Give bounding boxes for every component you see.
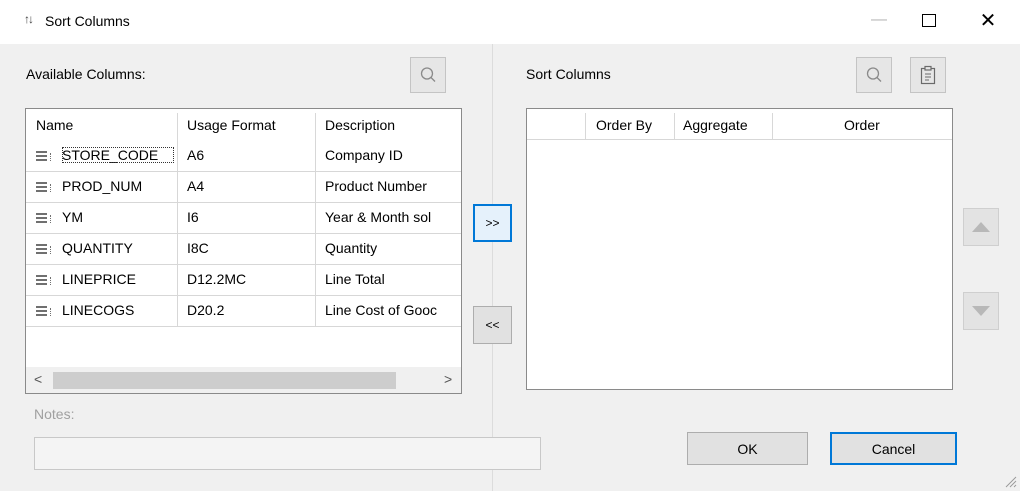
cell-format: I8C	[187, 240, 209, 256]
scrollbar-thumb[interactable]	[53, 372, 396, 389]
cancel-button[interactable]: Cancel	[830, 432, 957, 465]
sort-columns-table[interactable]: Order By Aggregate Order	[526, 108, 953, 390]
cell-description: Quantity	[325, 240, 378, 256]
triangle-down-icon	[972, 306, 990, 316]
column-separator[interactable]	[772, 113, 773, 139]
cell-description: Company ID	[325, 147, 403, 163]
column-separator[interactable]	[674, 113, 675, 139]
cell-name: QUANTITY	[62, 240, 133, 256]
cell-name: LINEPRICE	[62, 271, 136, 287]
cell-description: Line Total	[325, 271, 385, 287]
minimize-button[interactable]: —	[857, 0, 901, 40]
cell-description: Year & Month sol	[325, 209, 432, 225]
search-icon	[420, 67, 436, 82]
move-up-button[interactable]	[963, 208, 999, 246]
table-header: Order By Aggregate Order	[527, 109, 952, 140]
sort-arrows-icon: ↑↓	[24, 12, 34, 26]
available-columns-table[interactable]: Name Usage Format Description STORE_CODE…	[25, 108, 462, 394]
cell-format: D20.2	[187, 302, 225, 318]
horizontal-scrollbar[interactable]: < >	[26, 367, 461, 393]
scroll-left-arrow[interactable]: <	[34, 371, 42, 387]
move-down-button[interactable]	[963, 292, 999, 330]
window-title: Sort Columns	[45, 13, 130, 29]
table-header: Name Usage Format Description	[26, 109, 461, 141]
column-separator[interactable]	[585, 113, 586, 139]
maximize-icon	[922, 13, 936, 27]
table-row[interactable]: PROD_NUM A4 Product Number	[26, 172, 461, 203]
title-bar: ↑↓ Sort Columns — ✕	[0, 0, 1020, 44]
cell-format: D12.2MC	[187, 271, 247, 287]
column-separator[interactable]	[177, 113, 178, 141]
cell-format: I6	[187, 209, 199, 225]
cell-format: A6	[187, 147, 205, 163]
search-available-button[interactable]	[410, 57, 446, 93]
search-sort-button[interactable]	[856, 57, 892, 93]
header-aggregate[interactable]: Aggregate	[683, 117, 748, 133]
paste-button[interactable]	[910, 57, 946, 93]
clipboard-icon	[920, 65, 936, 85]
table-row[interactable]: QUANTITY I8C Quantity	[26, 234, 461, 265]
field-icon	[36, 244, 52, 256]
header-order[interactable]: Order	[844, 117, 880, 133]
table-row[interactable]: LINEPRICE D12.2MC Line Total	[26, 265, 461, 296]
column-separator[interactable]	[315, 113, 316, 141]
header-order-by[interactable]: Order By	[596, 117, 652, 133]
cell-description: Line Cost of Gooc	[325, 302, 438, 318]
panel-divider	[492, 44, 493, 491]
close-button[interactable]: ✕	[966, 0, 1010, 40]
maximize-button[interactable]	[907, 0, 951, 40]
table-row[interactable]: YM I6 Year & Month sol	[26, 203, 461, 234]
field-icon	[36, 213, 52, 225]
field-icon	[36, 151, 52, 163]
triangle-up-icon	[972, 222, 990, 232]
search-icon	[866, 67, 882, 82]
sort-columns-label: Sort Columns	[526, 66, 611, 82]
add-to-sort-button[interactable]: >>	[473, 204, 512, 242]
remove-from-sort-button[interactable]: <<	[473, 306, 512, 344]
cell-name: LINECOGS	[62, 302, 135, 318]
field-icon	[36, 182, 52, 194]
sort-columns-dialog: ↑↓ Sort Columns — ✕ Available Columns: N…	[0, 0, 1020, 491]
notes-field[interactable]	[34, 437, 541, 470]
notes-label: Notes:	[34, 406, 75, 422]
table-row[interactable]: STORE_CODE A6 Company ID	[26, 141, 461, 172]
header-usage-format[interactable]: Usage Format	[187, 117, 276, 133]
cell-description: Product Number	[325, 178, 427, 194]
available-columns-label: Available Columns:	[26, 66, 146, 82]
header-name[interactable]: Name	[36, 117, 73, 133]
scroll-right-arrow[interactable]: >	[444, 371, 452, 387]
cell-name: PROD_NUM	[62, 178, 143, 194]
ok-button[interactable]: OK	[687, 432, 808, 465]
header-description[interactable]: Description	[325, 117, 395, 133]
table-row[interactable]: LINECOGS D20.2 Line Cost of Gooc	[26, 296, 461, 327]
cell-name: YM	[62, 209, 83, 225]
field-icon	[36, 275, 52, 287]
cell-name: STORE_CODE	[62, 147, 174, 163]
field-icon	[36, 306, 52, 318]
resize-grip-icon[interactable]	[1003, 474, 1017, 488]
cell-format: A4	[187, 178, 205, 194]
